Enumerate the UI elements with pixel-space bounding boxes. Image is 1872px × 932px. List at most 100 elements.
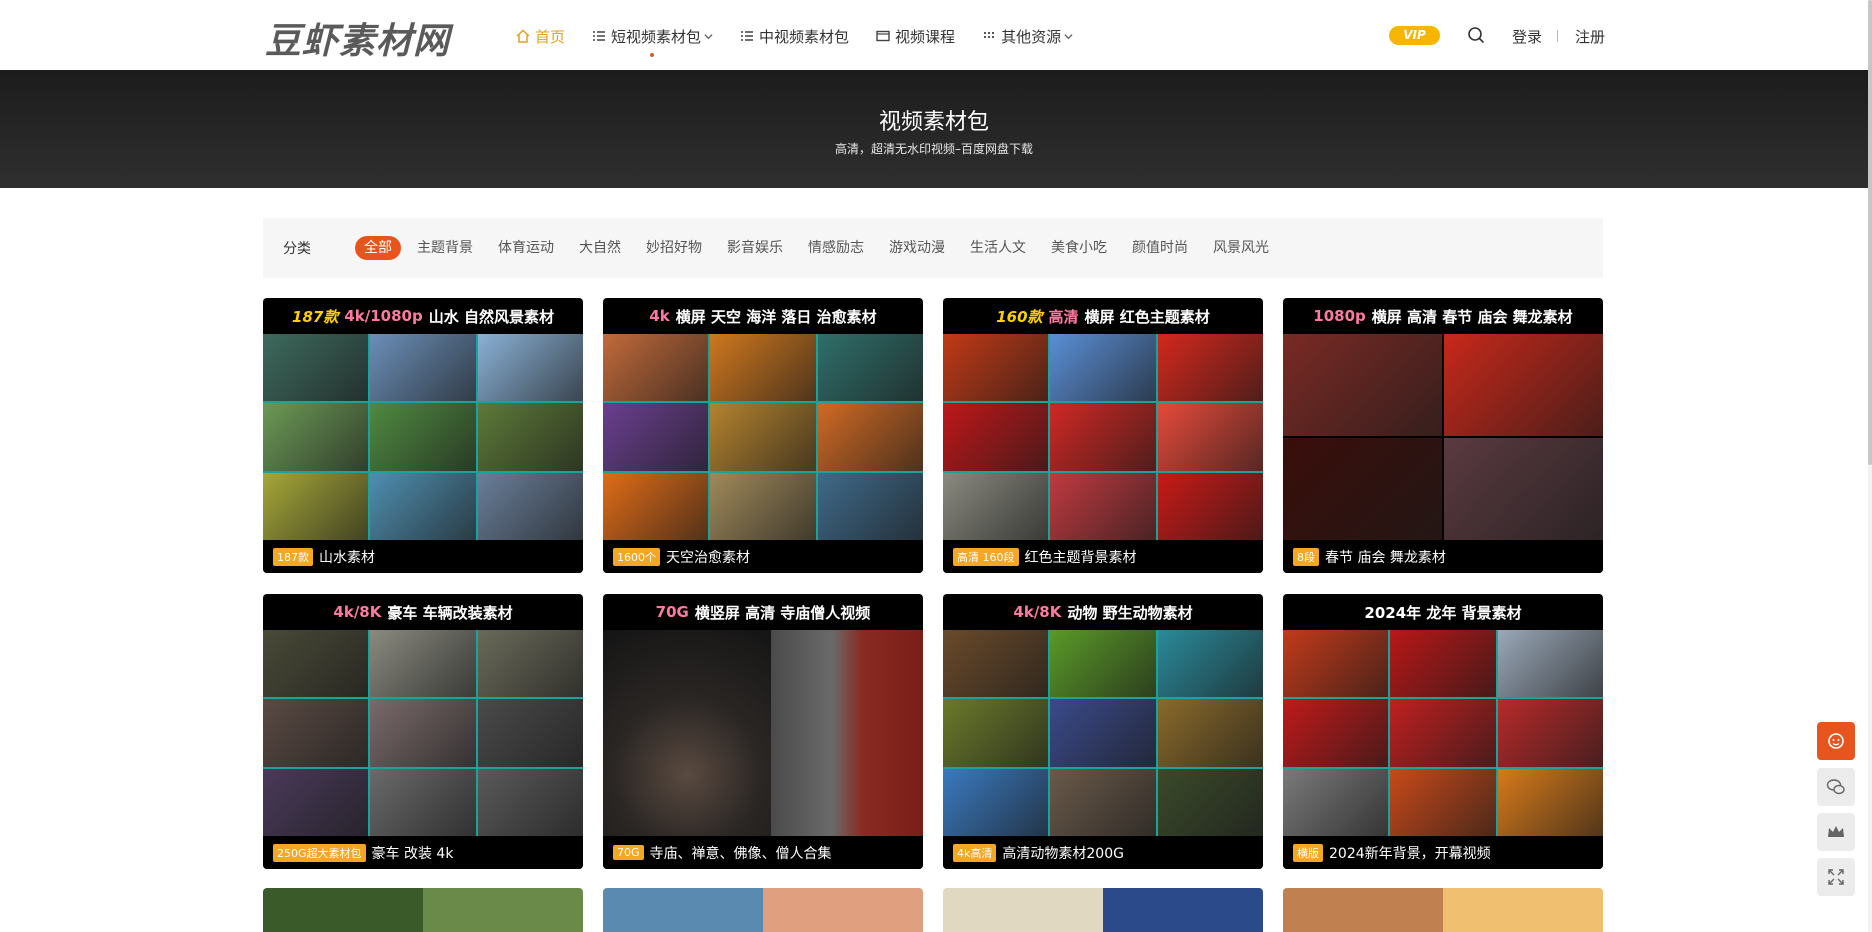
card-highlight: 4k bbox=[649, 307, 670, 325]
search-icon[interactable] bbox=[1467, 26, 1485, 44]
page-scrollbar[interactable] bbox=[1868, 0, 1872, 932]
card-banner-title: 横竖屏 高清 寺庙僧人视频 bbox=[694, 603, 871, 622]
nav-other[interactable]: 其他资源 bbox=[981, 24, 1073, 48]
card-thumbnail bbox=[1050, 403, 1156, 471]
category-chip[interactable]: 风景风光 bbox=[1204, 236, 1278, 260]
video-icon bbox=[876, 30, 890, 42]
card-banner-title: 动物 野生动物素材 bbox=[1067, 603, 1193, 622]
card-highlight: 70G bbox=[655, 603, 689, 621]
card-thumbnail bbox=[477, 472, 583, 540]
card-thumbnail bbox=[477, 334, 583, 402]
register-link[interactable]: 注册 bbox=[1575, 26, 1605, 47]
card-thumbnail bbox=[943, 403, 1049, 471]
category-chip[interactable]: 生活人文 bbox=[961, 236, 1035, 260]
card-thumbnail bbox=[1050, 630, 1156, 698]
card-tag: 187款 bbox=[273, 547, 313, 566]
nav-other-label: 其他资源 bbox=[1001, 27, 1062, 46]
resource-card[interactable]: 187款 4k/1080p 山水 自然风景素材 187款 山水素材 bbox=[263, 298, 583, 573]
scrollbar-thumb[interactable] bbox=[1868, 0, 1872, 465]
nav-home[interactable]: 首页 bbox=[515, 24, 565, 48]
card-title[interactable]: 豪车 改装 4k bbox=[372, 843, 454, 863]
resource-card-partial[interactable] bbox=[943, 888, 1263, 932]
card-title[interactable]: 天空治愈素材 bbox=[666, 547, 750, 567]
card-banner-text: 4k/8K 豪车 车辆改装素材 bbox=[263, 594, 583, 630]
category-chip[interactable]: 游戏动漫 bbox=[880, 236, 954, 260]
home-icon bbox=[516, 29, 530, 43]
card-image-grid bbox=[943, 334, 1263, 540]
nav-course[interactable]: 视频课程 bbox=[875, 24, 955, 48]
category-chip[interactable]: 妙招好物 bbox=[637, 236, 711, 260]
card-thumbnail bbox=[477, 699, 583, 767]
card-thumbnail bbox=[817, 403, 923, 471]
category-chip[interactable]: 主题背景 bbox=[408, 236, 482, 260]
card-highlight: 4k/1080p bbox=[344, 307, 423, 325]
vip-crown-button[interactable] bbox=[1817, 813, 1855, 851]
vip-badge[interactable]: VIP bbox=[1389, 26, 1440, 45]
category-chip[interactable]: 全部 bbox=[355, 236, 401, 260]
card-thumbnail bbox=[370, 699, 476, 767]
card-banner-title: 横屏 高清 春节 庙会 舞龙素材 bbox=[1371, 307, 1573, 326]
resource-card[interactable]: 4k 横屏 天空 海洋 落日 治愈素材 1600个 天空治愈素材 bbox=[603, 298, 923, 573]
card-title[interactable]: 春节 庙会 舞龙素材 bbox=[1325, 547, 1446, 567]
card-banner-title: 山水 自然风景素材 bbox=[428, 307, 554, 326]
card-footer: 1600个 天空治愈素材 bbox=[603, 540, 923, 573]
card-thumbnail bbox=[1390, 630, 1496, 698]
resource-card-partial[interactable] bbox=[263, 888, 583, 932]
card-footer: 横版 2024新年背景，开幕视频 bbox=[1283, 836, 1603, 869]
list-icon bbox=[593, 31, 606, 41]
category-chip[interactable]: 体育运动 bbox=[489, 236, 563, 260]
wechat-button[interactable] bbox=[1817, 768, 1855, 806]
resource-card-partial[interactable] bbox=[603, 888, 923, 932]
card-footer: 187款 山水素材 bbox=[263, 540, 583, 573]
nav-home-label: 首页 bbox=[535, 27, 566, 46]
filter-label: 分类 bbox=[283, 241, 311, 257]
card-title[interactable]: 高清动物素材200G bbox=[1002, 843, 1124, 863]
site-logo[interactable]: 豆虾素材网 bbox=[265, 12, 450, 64]
card-thumbnail bbox=[263, 472, 369, 540]
card-title[interactable]: 山水素材 bbox=[319, 547, 375, 567]
nav-short-video[interactable]: 短视频素材包 bbox=[591, 24, 713, 57]
category-chip[interactable]: 影音娱乐 bbox=[718, 236, 792, 260]
card-thumbnail bbox=[477, 403, 583, 471]
card-tag: 横版 bbox=[1293, 843, 1323, 862]
card-thumbnail bbox=[263, 334, 369, 402]
card-banner-text: 187款 4k/1080p 山水 自然风景素材 bbox=[263, 298, 583, 334]
card-image-grid bbox=[1283, 334, 1603, 540]
card-footer: 高清 160段 红色主题背景素材 bbox=[943, 540, 1263, 573]
fullscreen-button[interactable] bbox=[1817, 858, 1855, 896]
card-banner-text: 1080p 横屏 高清 春节 庙会 舞龙素材 bbox=[1283, 298, 1603, 334]
page-banner: 视频素材包 高清，超清无水印视频–百度网盘下载 bbox=[0, 70, 1868, 188]
card-image-grid bbox=[263, 334, 583, 540]
card-thumbnail bbox=[1444, 334, 1603, 436]
category-chip[interactable]: 情感励志 bbox=[799, 236, 873, 260]
resource-card[interactable]: 160款 高清 横屏 红色主题素材 高清 160段 红色主题背景素材 bbox=[943, 298, 1263, 573]
resource-card[interactable]: 4k/8K 豪车 车辆改装素材 250G超大素材包 豪车 改装 4k bbox=[263, 594, 583, 869]
category-chip[interactable]: 大自然 bbox=[570, 236, 630, 260]
card-tag: 高清 160段 bbox=[953, 547, 1019, 566]
card-thumbnail bbox=[1050, 334, 1156, 402]
resource-card[interactable]: 2024年 龙年 背景素材 横版 2024新年背景，开幕视频 bbox=[1283, 594, 1603, 869]
customer-service-button[interactable] bbox=[1817, 722, 1855, 760]
category-chip[interactable]: 颜值时尚 bbox=[1123, 236, 1197, 260]
card-title[interactable]: 寺庙、禅意、佛像、僧人合集 bbox=[650, 843, 832, 863]
card-title[interactable]: 2024新年背景，开幕视频 bbox=[1329, 843, 1491, 863]
card-thumbnail bbox=[370, 768, 476, 836]
resource-card[interactable]: 1080p 横屏 高清 春节 庙会 舞龙素材 8段 春节 庙会 舞龙素材 bbox=[1283, 298, 1603, 573]
category-chip[interactable]: 美食小吃 bbox=[1042, 236, 1116, 260]
card-thumbnail bbox=[603, 472, 709, 540]
card-thumbnail bbox=[603, 630, 771, 836]
resource-card[interactable]: 70G 横竖屏 高清 寺庙僧人视频 70G 寺庙、禅意、佛像、僧人合集 bbox=[603, 594, 923, 869]
nav-mid-video[interactable]: 中视频素材包 bbox=[739, 24, 849, 48]
card-title[interactable]: 红色主题背景素材 bbox=[1025, 547, 1137, 567]
card-tag: 70G bbox=[613, 845, 644, 860]
resource-card-partial[interactable] bbox=[1283, 888, 1603, 932]
card-thumbnail bbox=[263, 768, 369, 836]
card-thumbnail bbox=[943, 630, 1049, 698]
card-image-grid bbox=[943, 630, 1263, 836]
card-image-grid bbox=[1283, 630, 1603, 836]
login-link[interactable]: 登录 bbox=[1512, 26, 1542, 47]
card-thumbnail bbox=[817, 334, 923, 402]
resource-card[interactable]: 4k/8K 动物 野生动物素材 4k高清 高清动物素材200G bbox=[943, 594, 1263, 869]
fullscreen-icon bbox=[1828, 869, 1844, 885]
card-thumbnail bbox=[1050, 699, 1156, 767]
